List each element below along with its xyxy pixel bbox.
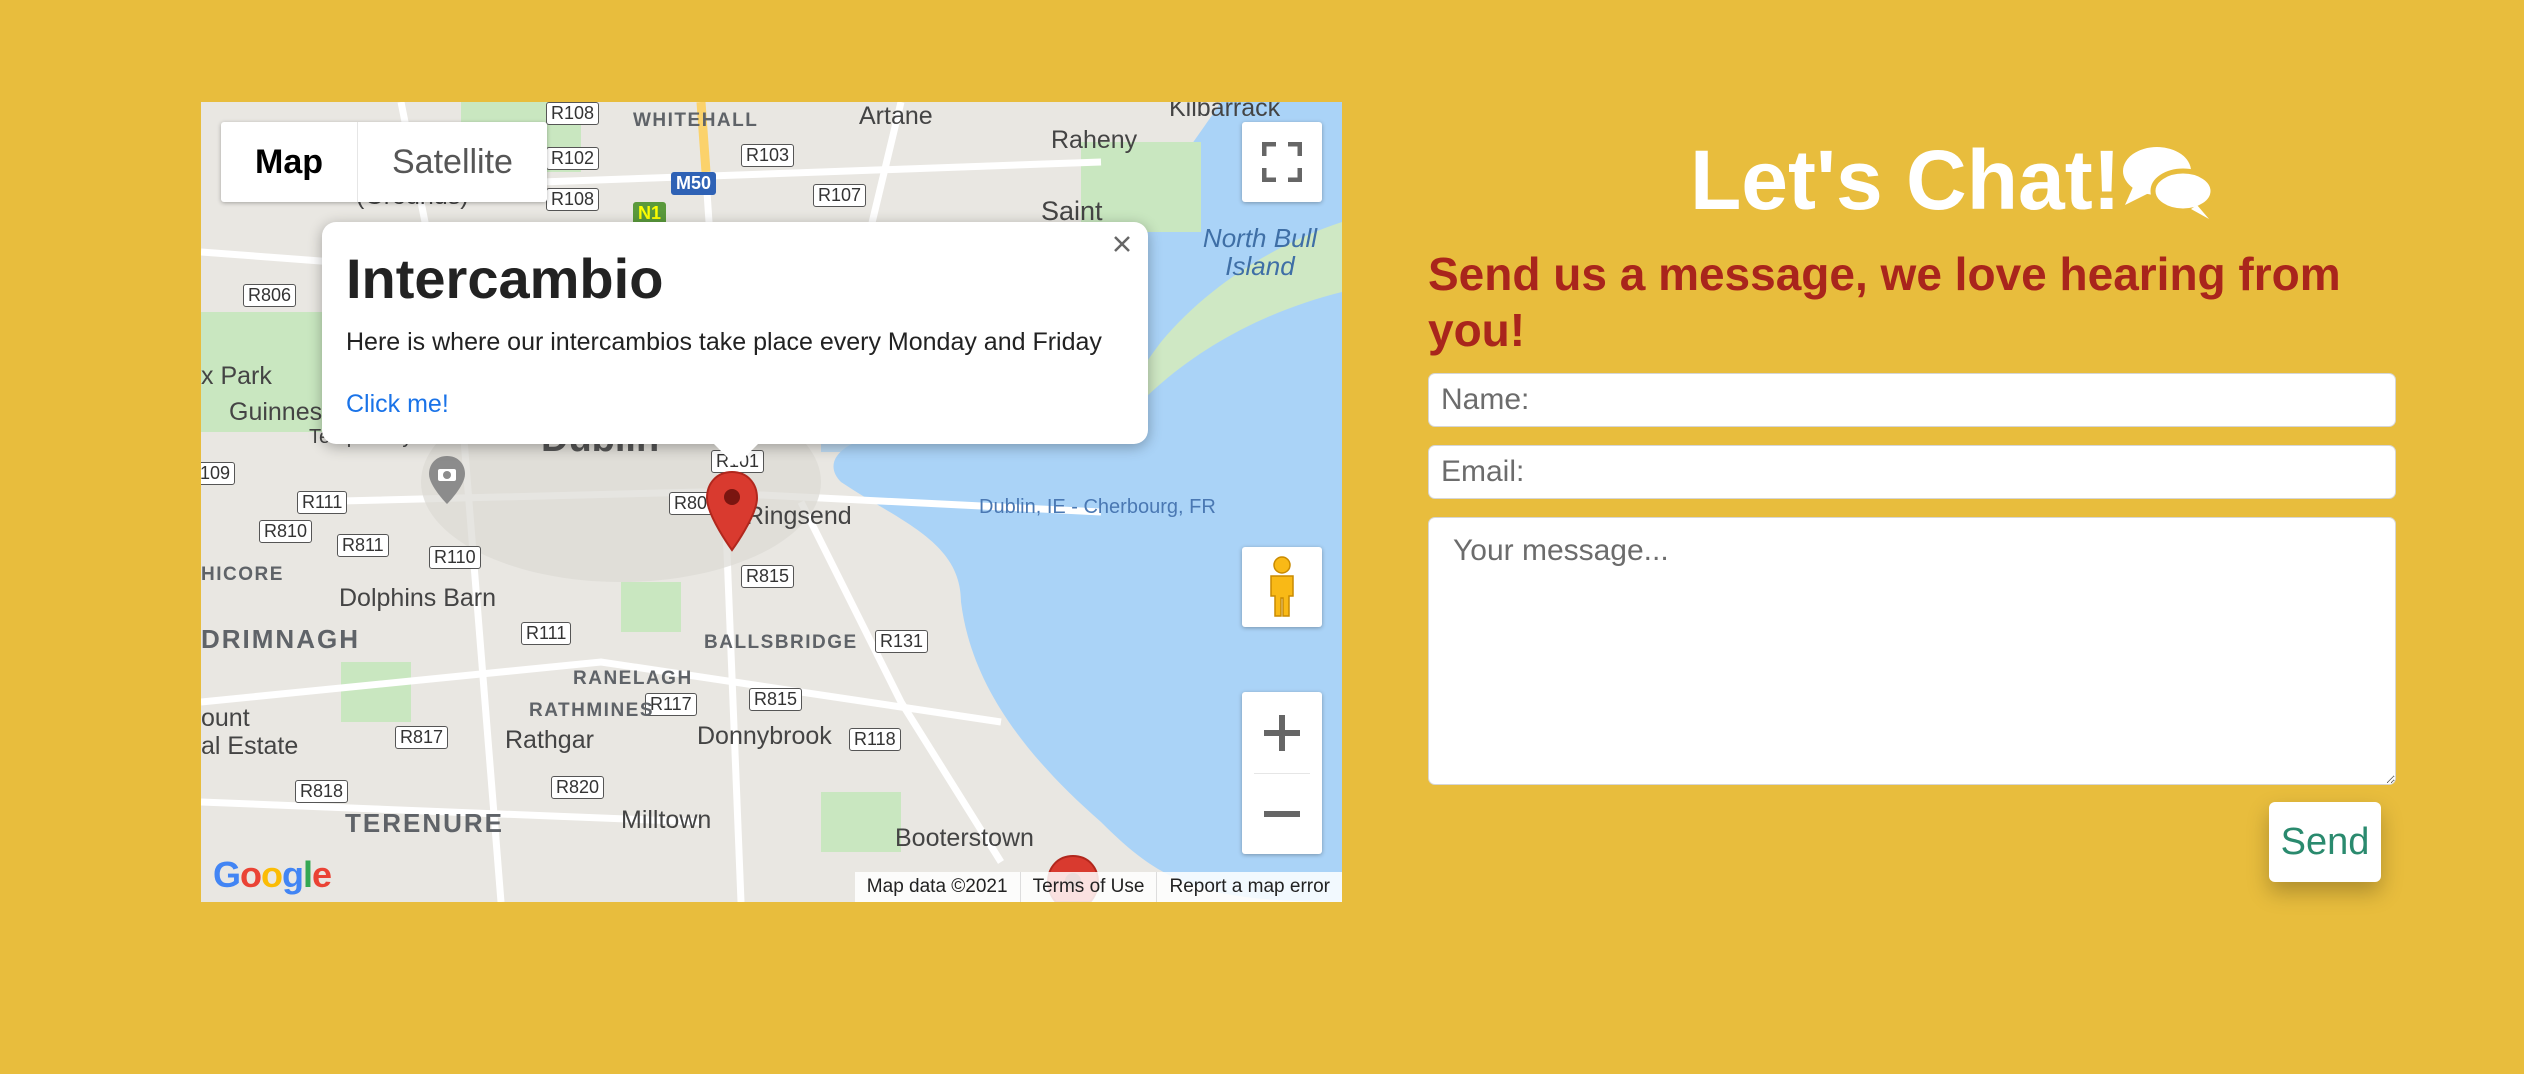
map-type-control: Map Satellite — [221, 122, 547, 202]
plus-icon — [1264, 714, 1300, 751]
info-window-title: Intercambio — [346, 247, 664, 310]
place-label: RANELAGH — [573, 668, 693, 689]
zoom-control — [1242, 692, 1322, 854]
zoom-out-button[interactable] — [1242, 774, 1322, 854]
map-attribution: Map data ©2021 Terms of Use Report a map… — [854, 872, 1342, 902]
place-label: Guinness — [229, 398, 335, 426]
road-label: R108 — [546, 188, 600, 211]
road-label: R103 — [741, 144, 795, 167]
map-type-satellite-button[interactable]: Satellite — [358, 122, 547, 202]
place-label: Rathgar — [505, 726, 594, 754]
place-label: Donnybrook — [697, 722, 832, 750]
place-label: TERENURE — [345, 808, 505, 838]
page-subtitle: Send us a message, we love hearing from … — [1428, 248, 2341, 356]
street-view-pegman-button[interactable] — [1242, 547, 1322, 627]
place-label: Kilbarrack — [1169, 102, 1281, 122]
title-text: Let's Chat! — [1690, 133, 2121, 227]
google-logo[interactable]: Google — [213, 854, 332, 896]
info-window-description: Here is where our intercambios take plac… — [346, 328, 1102, 356]
name-input[interactable] — [1428, 373, 2396, 427]
road-label: R815 — [741, 565, 795, 588]
place-label: Milltown — [621, 806, 712, 834]
place-label: al Estate — [201, 732, 299, 760]
place-label: x Park — [201, 362, 272, 390]
terms-of-use-link[interactable]: Terms of Use — [1019, 872, 1157, 902]
road-label: R111 — [521, 622, 572, 645]
road-label: R811 — [337, 534, 389, 557]
place-label: Booterstown — [895, 824, 1034, 852]
message-textarea[interactable] — [1428, 517, 2396, 785]
minus-icon — [1264, 810, 1300, 817]
road-label: R815 — [749, 688, 803, 711]
road-label: R810 — [259, 520, 313, 543]
place-label: RATHMINES — [529, 700, 655, 721]
road-label: R817 — [395, 726, 449, 749]
place-label: Dolphins Barn — [339, 584, 497, 612]
road-label: R108 — [546, 102, 600, 125]
place-label: Raheny — [1051, 126, 1138, 154]
road-label: 109 — [201, 462, 236, 485]
road-label: R818 — [295, 780, 349, 803]
road-label: R111 — [297, 491, 348, 514]
road-label: R110 — [429, 546, 481, 569]
map-data-label: Map data ©2021 — [866, 876, 1008, 897]
road-label: R107 — [813, 184, 867, 207]
motorway-shield: M50 — [671, 172, 717, 195]
place-label: BALLSBRIDGE — [704, 632, 858, 653]
pegman-icon — [1270, 556, 1294, 617]
road-label: R118 — [849, 728, 901, 751]
close-icon[interactable] — [1104, 226, 1140, 262]
comments-icon — [2122, 146, 2215, 219]
marker-info-window: Intercambio Here is where our intercambi… — [322, 222, 1148, 466]
place-label: Ringsend — [746, 502, 852, 530]
send-button[interactable]: Send — [2269, 802, 2381, 882]
road-label: R806 — [243, 284, 297, 307]
page-title: Let's Chat! — [1690, 132, 2215, 229]
zoom-in-button[interactable] — [1242, 693, 1322, 773]
email-input[interactable] — [1428, 445, 2396, 499]
google-map[interactable]: R108 R102 R108 R103 R107 R806 R101 R802 … — [201, 102, 1342, 902]
road-label: R102 — [546, 147, 600, 170]
report-map-error-link[interactable]: Report a map error — [1156, 872, 1342, 902]
location-marker[interactable] — [705, 470, 759, 552]
place-label: Dublin, IE - Cherbourg, FR — [979, 496, 1216, 518]
fullscreen-button[interactable] — [1242, 122, 1322, 202]
info-window-link[interactable]: Click me! — [346, 390, 449, 419]
place-label: WHITEHALL — [633, 110, 759, 131]
place-label: Artane — [859, 102, 933, 130]
map-type-map-button[interactable]: Map — [221, 122, 358, 202]
place-label: DRIMNAGH — [201, 624, 360, 654]
place-label: North Bull Island — [1202, 223, 1318, 281]
fullscreen-icon — [1262, 142, 1302, 182]
camera-poi-icon[interactable] — [427, 454, 467, 506]
road-label: R131 — [875, 630, 929, 653]
place-label: HICORE — [201, 564, 284, 585]
road-label: R820 — [551, 776, 605, 799]
place-label: ount — [201, 704, 250, 732]
